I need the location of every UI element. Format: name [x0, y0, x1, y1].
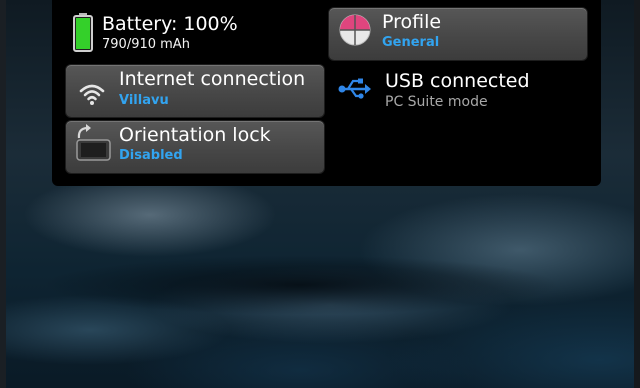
profile-title: Profile — [382, 11, 442, 33]
battery-detail: 790/910 mAh — [102, 37, 190, 52]
profile-icon — [339, 14, 371, 46]
usb-value: PC Suite mode — [385, 94, 488, 110]
orientation-lock-icon — [76, 124, 111, 161]
internet-value: Villavu — [119, 93, 169, 108]
wallpaper-wave — [40, 255, 560, 315]
orientation-value: Disabled — [119, 148, 183, 163]
usb-icon — [338, 78, 371, 99]
orientation-title: Orientation lock — [119, 124, 271, 146]
wifi-icon — [79, 84, 105, 105]
screen-edge-right — [634, 0, 640, 388]
battery-title: Battery: 100% — [102, 13, 238, 35]
profile-value: General — [382, 35, 440, 50]
battery-icon — [73, 13, 93, 52]
internet-title: Internet connection — [119, 68, 306, 90]
screen-edge-left — [0, 0, 6, 388]
usb-title: USB connected — [385, 70, 530, 92]
